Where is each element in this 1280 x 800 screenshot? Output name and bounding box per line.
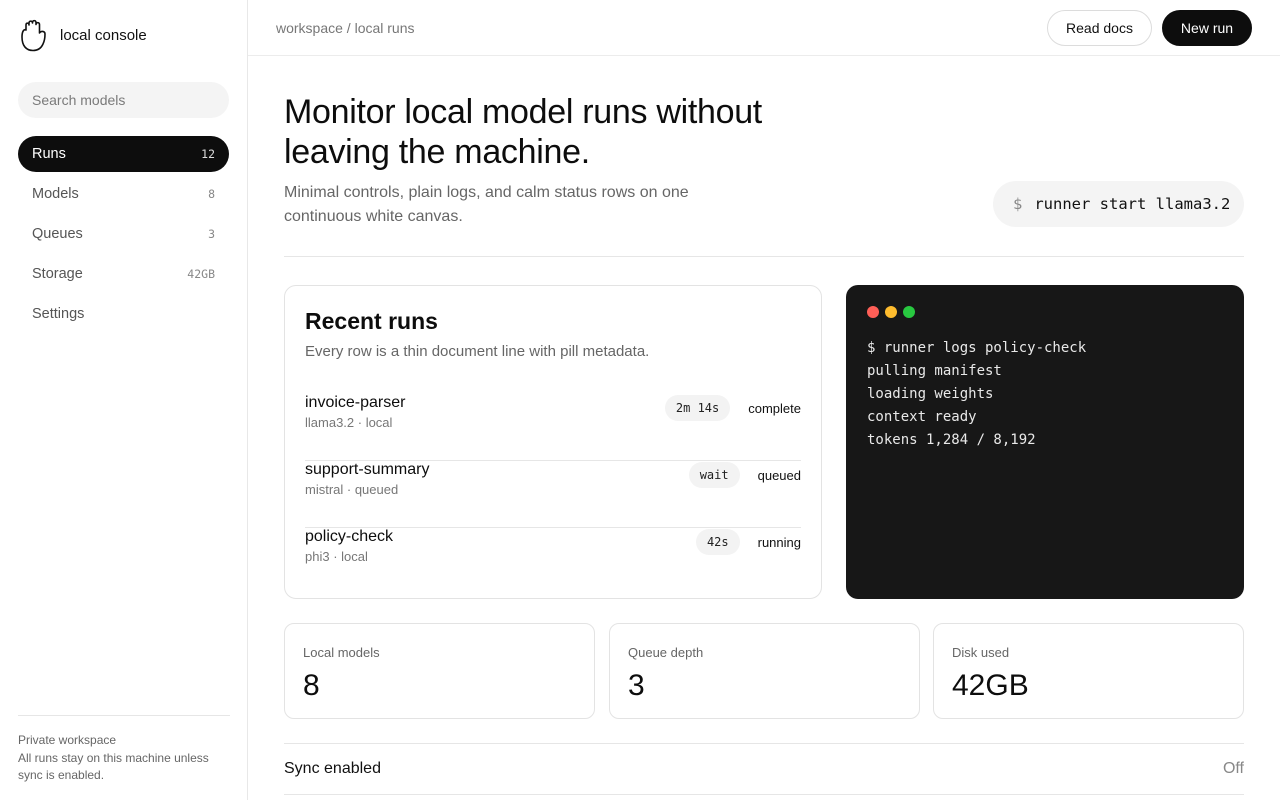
sidebar: local console Runs 12 Models 8 Queues 3 …	[0, 0, 248, 800]
run-right: 2m 14s complete	[664, 394, 801, 422]
run-right: 42s running	[695, 528, 801, 556]
sidebar-item-count: 8	[208, 187, 215, 201]
stat-value: 3	[628, 669, 645, 702]
run-duration-pill: wait	[688, 462, 740, 488]
run-right: wait queued	[688, 461, 801, 489]
recent-runs-title: Recent runs	[305, 308, 438, 334]
sidebar-item-label: Runs	[32, 146, 66, 162]
sync-setting-row[interactable]: Sync enabled Off	[284, 743, 1244, 795]
run-meta: phi3 · local	[305, 549, 368, 564]
stat-value: 8	[303, 669, 320, 702]
run-row-policy-check[interactable]: policy-check phi3 · local 42s running	[305, 528, 801, 595]
sidebar-item-label: Models	[32, 186, 79, 202]
run-status: queued	[757, 467, 801, 483]
breadcrumb: workspace / local runs	[276, 20, 415, 36]
maximize-dot-icon[interactable]	[903, 306, 915, 318]
top-bar: workspace / local runs Read docs New run	[248, 0, 1280, 56]
terminal-line: loading weights	[867, 386, 994, 402]
search-input[interactable]	[18, 82, 229, 118]
section-divider	[284, 256, 1244, 257]
terminal-line: tokens 1,284 / 8,192	[867, 432, 1036, 448]
command-snippet[interactable]: $ runner start llama3.2	[993, 181, 1244, 227]
terminal-line: $ runner logs policy-check	[867, 340, 1087, 356]
terminal-output: $ runner logs policy-check pulling manif…	[867, 337, 1086, 452]
sidebar-item-models[interactable]: Models 8	[18, 176, 229, 212]
sidebar-item-settings[interactable]: Settings	[18, 296, 229, 332]
run-meta: mistral · queued	[305, 482, 399, 497]
sidebar-item-count: 42GB	[187, 267, 215, 281]
stat-label: Local models	[303, 645, 380, 660]
run-status: complete	[748, 400, 801, 416]
sidebar-item-label: Settings	[32, 306, 85, 322]
brand[interactable]: local console	[18, 18, 147, 52]
terminal-line: pulling manifest	[867, 363, 1002, 379]
brand-name: local console	[60, 26, 147, 44]
run-status: running	[757, 534, 801, 550]
sidebar-item-count: 12	[201, 147, 215, 161]
sidebar-item-label: Queues	[32, 226, 83, 242]
run-row-support-summary[interactable]: support-summary mistral · queued wait qu…	[305, 461, 801, 528]
stat-card-queue-depth: Queue depth 3	[609, 623, 920, 719]
sidebar-item-count: 3	[208, 227, 215, 241]
stat-label: Queue depth	[628, 645, 704, 660]
command-prompt: $	[1013, 195, 1023, 213]
run-name: policy-check	[305, 528, 394, 545]
new-run-button[interactable]: New run	[1162, 10, 1252, 46]
sync-toggle-value[interactable]: Off	[1223, 760, 1244, 778]
terminal-line: context ready	[867, 409, 977, 425]
minimize-dot-icon[interactable]	[885, 306, 897, 318]
close-dot-icon[interactable]	[867, 306, 879, 318]
window-controls	[867, 306, 921, 318]
footer-title: Private workspace	[18, 733, 117, 747]
stat-value: 42GB	[952, 669, 1029, 702]
footer-text: All runs stay on this machine unless syn…	[18, 750, 209, 783]
page-title: Monitor local model runs without leaving…	[284, 93, 762, 171]
run-name: support-summary	[305, 461, 430, 478]
log-terminal[interactable]: $ runner logs policy-check pulling manif…	[846, 285, 1244, 599]
sidebar-item-label: Storage	[32, 266, 83, 282]
run-name: invoice-parser	[305, 394, 406, 411]
sidebar-item-storage[interactable]: Storage 42GB	[18, 256, 229, 292]
sidebar-nav: Runs 12 Models 8 Queues 3 Storage 42GB S…	[18, 136, 229, 336]
read-docs-button[interactable]: Read docs	[1047, 10, 1152, 46]
stat-label: Disk used	[952, 645, 1010, 660]
stat-card-disk-used: Disk used 42GB	[933, 623, 1244, 719]
stat-card-local-models: Local models 8	[284, 623, 595, 719]
sidebar-item-runs[interactable]: Runs 12	[18, 136, 229, 172]
sidebar-item-queues[interactable]: Queues 3	[18, 216, 229, 252]
hand-logo-icon	[18, 18, 50, 52]
sidebar-footer: Private workspace All runs stay on this …	[18, 715, 230, 785]
run-meta: llama3.2 · local	[305, 415, 393, 430]
recent-runs-card: Recent runs Every row is a thin document…	[284, 285, 822, 599]
run-duration-pill: 2m 14s	[664, 395, 731, 421]
recent-runs-subtitle: Every row is a thin document line with p…	[305, 343, 650, 360]
sync-label: Sync enabled	[284, 760, 381, 777]
run-duration-pill: 42s	[695, 529, 740, 555]
run-row-invoice-parser[interactable]: invoice-parser llama3.2 · local 2m 14s c…	[305, 394, 801, 461]
command-text: runner start llama3.2	[1034, 195, 1231, 213]
page-subtitle: Minimal controls, plain logs, and calm s…	[284, 184, 689, 225]
